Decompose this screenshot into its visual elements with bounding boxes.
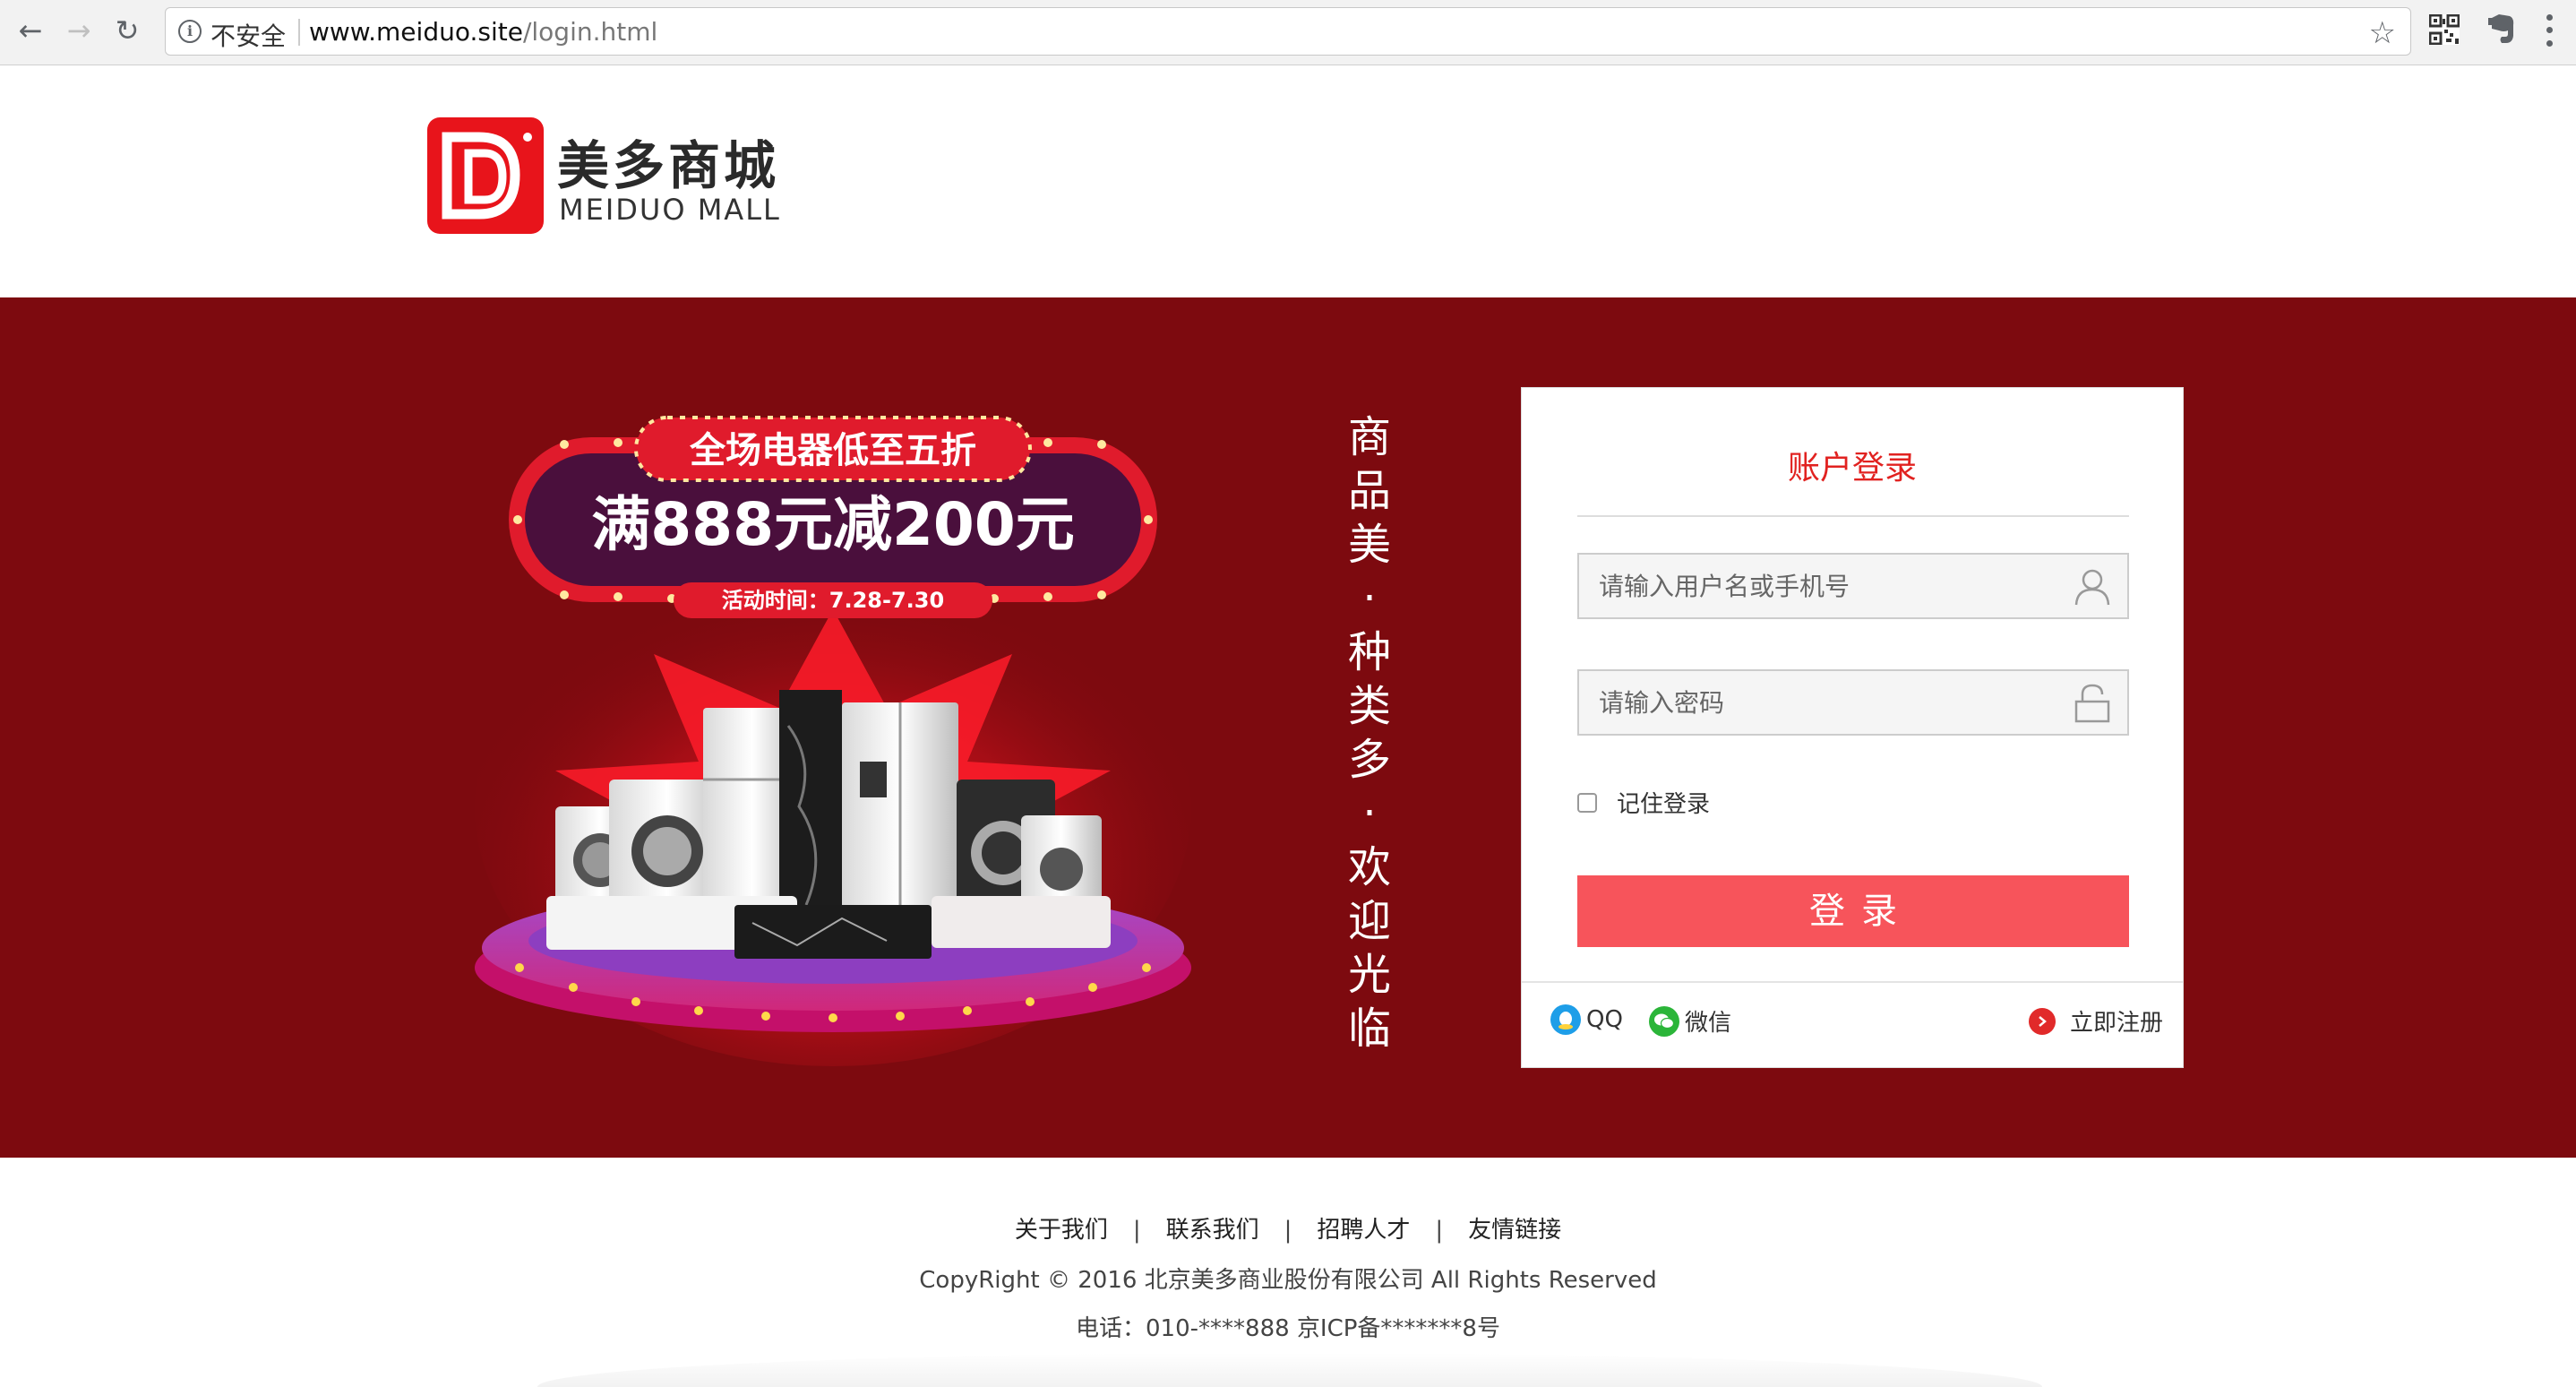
login-title: 账户登录: [1787, 450, 1917, 487]
security-label: 不安全: [210, 22, 287, 51]
title-divider: [1577, 515, 2129, 517]
brand-name-chinese: 美多商城: [557, 135, 780, 196]
footer-separator: |: [1435, 1217, 1444, 1244]
qq-label: QQ: [1586, 1006, 1623, 1033]
password-field[interactable]: [1577, 669, 2129, 736]
footer-link-about[interactable]: 关于我们: [1015, 1217, 1108, 1244]
footer-shadow: [537, 1353, 2042, 1387]
lock-icon: [2074, 684, 2110, 723]
promo-banner: 全场电器低至五折 满888元减200元 活动时间：7.28-7.30: [475, 416, 1191, 1066]
browser-toolbar: ← → ↻ i 不安全 www.meiduo.site/login.html ☆: [0, 0, 2576, 65]
login-form: 账户登录 记住登录 登录 QQ 微信 立即注册: [1521, 387, 2184, 1068]
footer-link-jobs[interactable]: 招聘人才: [1317, 1217, 1410, 1244]
reload-icon[interactable]: ↻: [109, 13, 145, 48]
vertical-slogan: 商品美 · 种类多 · 欢迎光临: [1347, 412, 1391, 1054]
copyright-text: CopyRight © 2016 北京美多商业股份有限公司 All Rights…: [919, 1267, 1657, 1294]
brand-name-english: MEIDUO MALL: [559, 193, 781, 227]
wechat-label: 微信: [1685, 1010, 1732, 1037]
forward-arrow-icon[interactable]: →: [61, 13, 97, 48]
promo-period: 活动时间：7.28-7.30: [722, 588, 944, 613]
info-icon[interactable]: i: [178, 20, 202, 43]
register-link[interactable]: 立即注册: [2029, 1004, 2163, 1038]
register-label: 立即注册: [2070, 1010, 2164, 1037]
address-bar[interactable]: i 不安全 www.meiduo.site/login.html ☆: [165, 7, 2411, 56]
login-banner: [0, 297, 2576, 1158]
username-input[interactable]: [1579, 555, 2063, 617]
footer-link-friends[interactable]: 友情链接: [1468, 1217, 1561, 1244]
social-divider: [1522, 981, 2183, 983]
remember-label: 记住登录: [1617, 791, 1711, 818]
back-arrow-icon[interactable]: ←: [13, 13, 48, 48]
footer-links: 关于我们 | 联系我们 | 招聘人才 | 友情链接: [0, 1211, 2576, 1245]
username-field[interactable]: [1577, 553, 2129, 619]
footer-separator: |: [1132, 1217, 1141, 1244]
remember-me[interactable]: 记住登录: [1577, 786, 1710, 819]
promo-headline: 全场电器低至五折: [689, 430, 976, 471]
evernote-icon[interactable]: [2486, 13, 2517, 47]
contact-phone-text: 电话：010-****888 京ICP备*******8号: [1076, 1315, 1500, 1342]
meiduo-logo[interactable]: [427, 117, 544, 234]
url-text[interactable]: www.meiduo.site/login.html: [309, 17, 657, 47]
promo-offer: 满888元减200元: [591, 490, 1075, 559]
arrow-right-circle-icon: [2029, 1007, 2056, 1035]
wechat-icon: [1649, 1005, 1679, 1037]
remember-checkbox[interactable]: [1577, 792, 1597, 813]
qr-code-icon[interactable]: [2429, 14, 2460, 45]
password-input[interactable]: [1579, 671, 2063, 734]
footer-separator: |: [1284, 1217, 1292, 1244]
wechat-login-link[interactable]: 微信: [1649, 1004, 1731, 1038]
user-icon: [2074, 569, 2110, 606]
qq-icon: [1550, 1004, 1581, 1035]
login-button[interactable]: 登录: [1577, 875, 2129, 947]
footer-link-contact[interactable]: 联系我们: [1166, 1217, 1259, 1244]
omnibox-divider: [298, 19, 300, 46]
qq-login-link[interactable]: QQ: [1550, 1004, 1623, 1035]
browser-menu-icon[interactable]: [2540, 11, 2558, 50]
bookmark-star-icon[interactable]: ☆: [2369, 15, 2396, 51]
